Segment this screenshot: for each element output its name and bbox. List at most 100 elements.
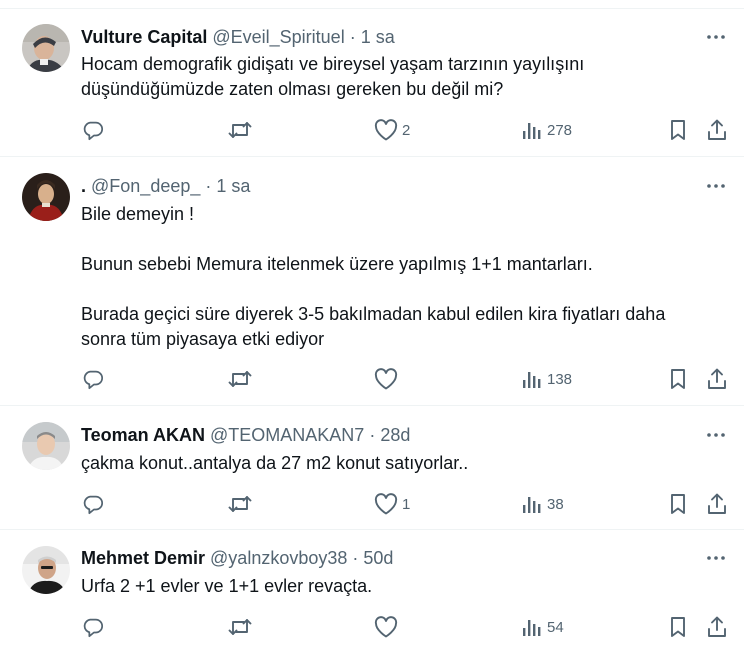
tweet-line: çakma konut..antalya da 27 m2 konut satı… <box>81 453 469 473</box>
timestamp[interactable]: 1 sa <box>361 26 395 48</box>
avatar[interactable] <box>22 422 70 470</box>
reply-tweet[interactable]: Mehmet Demir @yalnzkovboy38 · 50d Urfa 2… <box>0 530 744 647</box>
author-name[interactable]: Mehmet Demir <box>81 547 205 569</box>
reply-tweet[interactable]: Teoman AKAN @TEOMANAKAN7 · 28d çakma kon… <box>0 406 744 530</box>
bookmark-icon <box>671 120 685 140</box>
author-handle[interactable]: @Eveil_Spirituel <box>212 26 344 48</box>
reply-button[interactable] <box>82 492 104 516</box>
bookmark-button[interactable] <box>668 615 688 639</box>
views-icon <box>523 620 541 636</box>
like-icon <box>374 119 398 141</box>
avatar[interactable] <box>22 24 70 72</box>
author-handle[interactable]: @yalnzkovboy38 <box>210 547 347 569</box>
views-icon <box>523 372 541 388</box>
action-bar: 138 <box>0 367 744 391</box>
reply-tweet[interactable]: Vulture Capital @Eveil_Spirituel · 1 sa … <box>0 9 744 157</box>
like-button[interactable] <box>374 615 402 639</box>
like-button[interactable]: 2 <box>374 118 410 142</box>
tweet-line: Bunun sebebi Memura itelenmek üzere yapı… <box>81 254 593 274</box>
share-button[interactable] <box>706 367 728 391</box>
retweet-button[interactable] <box>228 615 252 639</box>
views-button[interactable]: 38 <box>521 492 564 516</box>
more-icon[interactable] <box>706 425 726 445</box>
author-name[interactable]: Vulture Capital <box>81 26 207 48</box>
reply-button[interactable] <box>82 118 104 142</box>
timestamp[interactable]: 50d <box>363 547 393 569</box>
timestamp[interactable]: 1 sa <box>216 175 250 197</box>
retweet-button[interactable] <box>228 118 252 142</box>
views-icon <box>523 497 541 513</box>
tweet-text: çakma konut..antalya da 27 m2 konut satı… <box>81 451 721 476</box>
views-button[interactable]: 138 <box>521 367 572 391</box>
action-bar: 2 278 <box>0 118 744 142</box>
author-name[interactable]: . <box>81 175 86 197</box>
views-icon <box>523 123 541 139</box>
like-count: 2 <box>402 121 411 139</box>
more-icon[interactable] <box>706 176 726 196</box>
like-button[interactable] <box>374 367 402 391</box>
like-count: 1 <box>402 495 411 513</box>
tweet-text: Urfa 2 +1 evler ve 1+1 evler revaçta. <box>81 574 721 599</box>
reply-tweet[interactable]: . @Fon_deep_ · 1 sa Bile demeyin ! Bunun… <box>0 157 744 406</box>
avatar[interactable] <box>22 546 70 594</box>
more-icon[interactable] <box>706 27 726 47</box>
reply-icon <box>83 495 104 515</box>
like-icon <box>374 493 398 515</box>
share-button[interactable] <box>706 615 728 639</box>
author-name[interactable]: Teoman AKAN <box>81 424 205 446</box>
separator-dot: · <box>352 548 359 568</box>
retweet-icon <box>228 619 252 635</box>
view-count: 38 <box>547 495 564 513</box>
tweet-line: sonra tüm piyasaya etki ediyor <box>81 329 325 349</box>
like-button[interactable]: 1 <box>374 492 410 516</box>
reply-button[interactable] <box>82 615 104 639</box>
retweet-icon <box>228 371 252 387</box>
author-handle[interactable]: @Fon_deep_ <box>91 175 200 197</box>
tweet-line: düşündüğümüzde zaten olması gereken bu d… <box>81 79 504 99</box>
action-bar: 54 <box>0 615 744 639</box>
share-icon <box>708 616 726 637</box>
share-icon <box>708 368 726 389</box>
tweet-line: Hocam demografik gidişatı ve bireysel ya… <box>81 54 585 74</box>
bookmark-button[interactable] <box>668 367 688 391</box>
like-icon <box>374 616 398 638</box>
views-button[interactable]: 278 <box>521 118 572 142</box>
reply-icon <box>83 370 104 390</box>
tweet-header: Vulture Capital @Eveil_Spirituel · 1 sa <box>81 26 395 48</box>
bookmark-icon <box>671 617 685 637</box>
separator-dot: · <box>369 425 376 445</box>
share-icon <box>708 119 726 140</box>
bookmark-button[interactable] <box>668 492 688 516</box>
view-count: 54 <box>547 618 564 636</box>
action-bar: 1 38 <box>0 492 744 516</box>
tweet-header: Teoman AKAN @TEOMANAKAN7 · 28d <box>81 424 410 446</box>
separator-dot: · <box>205 176 212 196</box>
reply-icon <box>83 618 104 638</box>
separator-dot: · <box>349 27 356 47</box>
reply-icon <box>83 121 104 141</box>
tweet-header: Mehmet Demir @yalnzkovboy38 · 50d <box>81 547 393 569</box>
retweet-icon <box>228 122 252 138</box>
retweet-button[interactable] <box>228 492 252 516</box>
share-button[interactable] <box>706 492 728 516</box>
retweet-icon <box>228 496 252 512</box>
like-icon <box>374 368 398 390</box>
share-button[interactable] <box>706 118 728 142</box>
share-icon <box>708 493 726 514</box>
avatar[interactable] <box>22 173 70 221</box>
timestamp[interactable]: 28d <box>380 424 410 446</box>
bookmark-icon <box>671 494 685 514</box>
tweet-line: Bile demeyin ! <box>81 204 195 224</box>
bookmark-button[interactable] <box>668 118 688 142</box>
views-button[interactable]: 54 <box>521 615 564 639</box>
tweet-line: Burada geçici süre diyerek 3-5 bakılmada… <box>81 304 666 324</box>
more-icon[interactable] <box>706 548 726 568</box>
view-count: 278 <box>547 121 573 139</box>
bookmark-icon <box>671 369 685 389</box>
reply-button[interactable] <box>82 367 104 391</box>
retweet-button[interactable] <box>228 367 252 391</box>
view-count: 138 <box>547 370 573 388</box>
tweet-line: Urfa 2 +1 evler ve 1+1 evler revaçta. <box>81 576 373 596</box>
tweet-text: Bile demeyin ! Bunun sebebi Memura itele… <box>81 202 721 352</box>
author-handle[interactable]: @TEOMANAKAN7 <box>210 424 364 446</box>
